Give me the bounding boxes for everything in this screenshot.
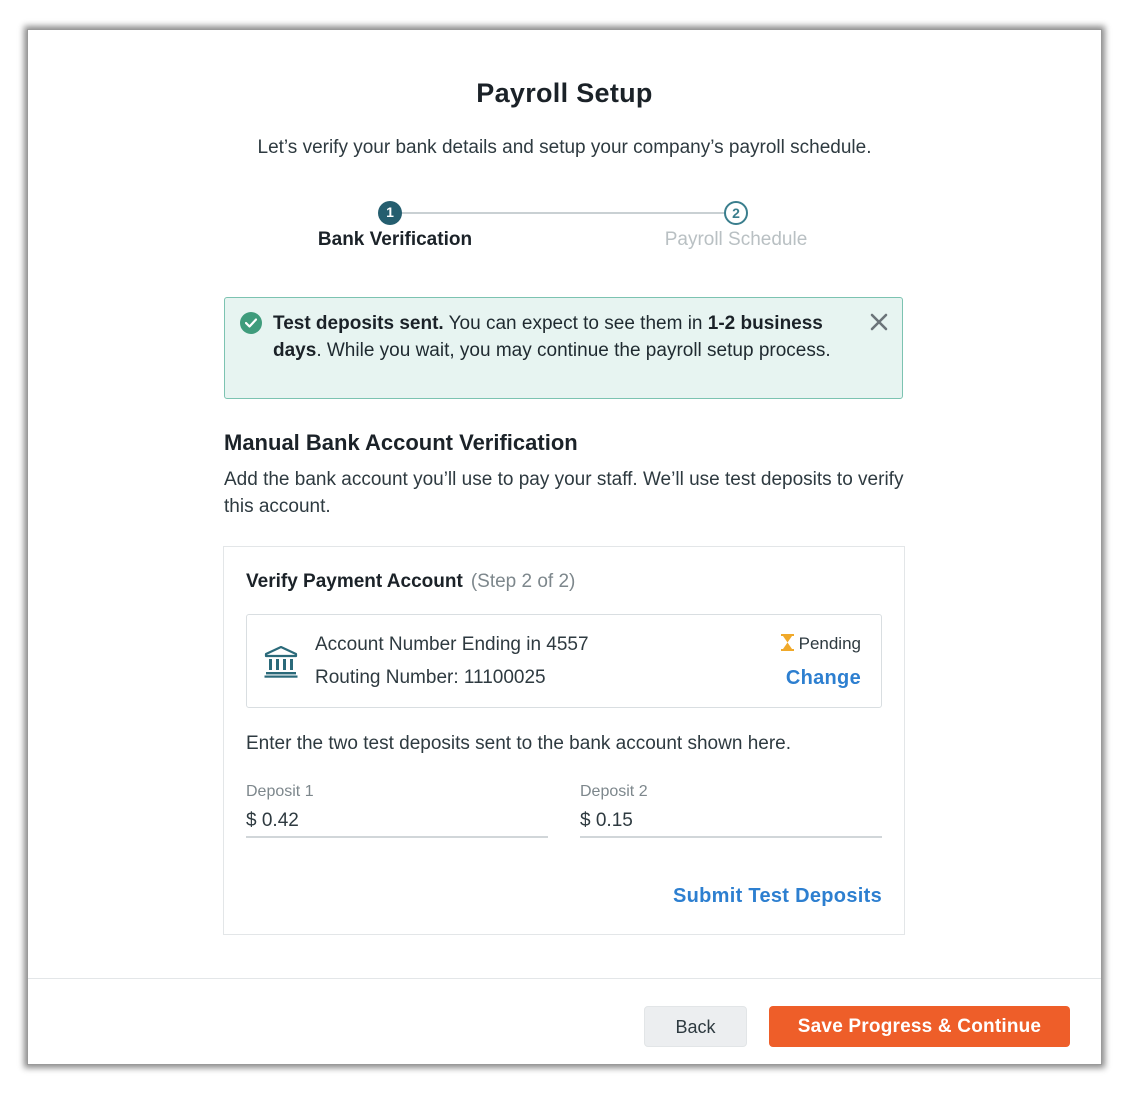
change-account-link[interactable]: Change [786,667,861,690]
deposit-2-label: Deposit 2 [580,783,648,800]
section-description: Add the bank account you’ll use to pay y… [224,469,904,517]
check-circle-icon [240,312,262,334]
stepper-connector-line [391,212,735,214]
card-step-note: (Step 2 of 2) [470,571,576,592]
payroll-setup-modal: Payroll Setup Let’s verify your bank det… [27,29,1102,1065]
bank-icon [264,645,298,683]
alert-message: Test deposits sent. You can expect to se… [273,310,833,364]
step-1-label[interactable]: Bank Verification [290,229,500,251]
verify-account-card: Verify Payment Account (Step 2 of 2) Acco… [223,546,905,935]
footer-divider [28,978,1101,979]
status-text: Pending [798,634,861,653]
save-continue-button[interactable]: Save Progress & Continue [769,1006,1070,1047]
card-title: Verify Payment Account (Step 2 of 2) [246,571,575,593]
step-2-label[interactable]: Payroll Schedule [636,229,836,251]
success-alert: Test deposits sent. You can expect to se… [224,297,903,399]
progress-stepper: 1 2 Bank Verification Payroll Schedule [28,30,1101,270]
step-2-indicator[interactable]: 2 [724,201,748,225]
deposit-1-label: Deposit 1 [246,783,314,800]
deposit-2-field: Deposit 2 $ 0.15 [580,783,882,838]
deposit-2-input[interactable]: $ 0.15 [580,810,882,838]
back-button[interactable]: Back [644,1006,747,1047]
deposit-1-input[interactable]: $ 0.42 [246,810,548,838]
close-icon[interactable] [870,313,888,331]
alert-text-part2: . While you wait, you may continue the p… [316,340,831,361]
hourglass-icon [780,634,794,656]
alert-bold-lead: Test deposits sent. [273,313,444,334]
account-number-line: Account Number Ending in 4557 [315,634,589,655]
bank-account-summary: Account Number Ending in 4557 Routing Nu… [246,614,882,708]
status-badge: Pending [780,634,861,656]
card-title-text: Verify Payment Account [246,571,463,592]
section-title: Manual Bank Account Verification [224,430,578,455]
routing-number-line: Routing Number: 11100025 [315,667,546,688]
deposit-instructions: Enter the two test deposits sent to the … [246,733,791,754]
step-1-indicator[interactable]: 1 [378,201,402,225]
alert-text-part1: You can expect to see them in [443,313,708,334]
submit-test-deposits-link[interactable]: Submit Test Deposits [673,885,882,908]
deposit-1-field: Deposit 1 $ 0.42 [246,783,548,838]
